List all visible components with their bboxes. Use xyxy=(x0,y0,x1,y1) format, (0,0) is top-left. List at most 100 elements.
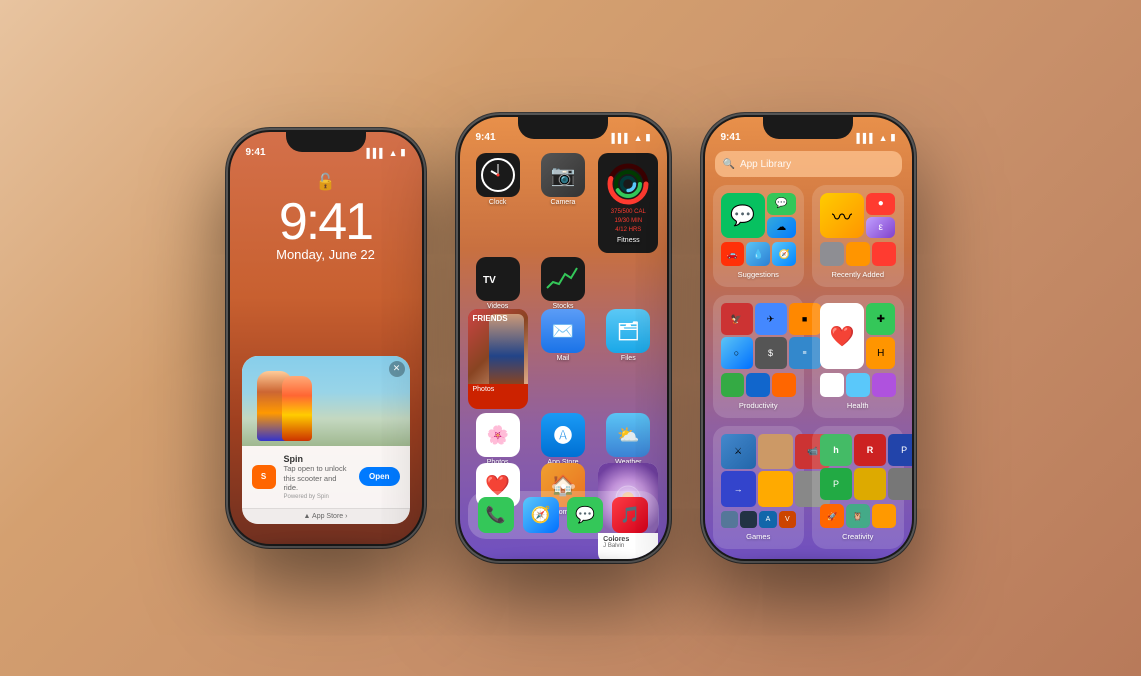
health-sm-1: ✚ xyxy=(866,303,895,335)
stocks-icon-img xyxy=(541,257,585,301)
notification-close-icon[interactable]: ✕ xyxy=(389,361,405,377)
wechat-app-icon: 💬 xyxy=(721,193,765,238)
folder-creativity[interactable]: h R P P 🚀 🦉 Creativity xyxy=(812,426,904,549)
music-artist: J Balvin xyxy=(603,543,653,549)
suggestions-layout: 💬 💬 ☁ xyxy=(721,193,797,238)
app-photos[interactable]: 🌸 Photos xyxy=(468,413,528,466)
person-2 xyxy=(282,376,312,441)
app-mail[interactable]: ✉️ Mail xyxy=(533,309,593,409)
appstore-link[interactable]: ▲ App Store › xyxy=(242,508,410,524)
photos-widget[interactable]: FRIENDS Photos xyxy=(468,309,528,409)
health-sm-2: H xyxy=(866,337,895,369)
cre-b-1: 🚀 xyxy=(820,504,844,528)
folder-health[interactable]: ❤️ ✚ H Health xyxy=(812,295,904,418)
dock-phone[interactable]: 📞 xyxy=(478,497,514,533)
weather-icon: ⛅ xyxy=(617,425,639,446)
lock-icon: 🔓 xyxy=(230,172,422,192)
app-row-4: 🌸 Photos 🅐 App Store ⛅ We xyxy=(468,413,659,466)
cre-icon-4: P xyxy=(820,468,852,500)
prod-b-2 xyxy=(746,373,770,397)
signal-icon-right: ▌▌▌ xyxy=(856,133,875,143)
app-appletv[interactable]: TV Videos xyxy=(468,257,528,310)
files-icon: 🗂 xyxy=(617,321,640,342)
signal-icon-center: ▌▌▌ xyxy=(611,133,630,143)
status-icons-right: ▌▌▌ ▲ ▮ xyxy=(856,132,895,143)
game-icon-2 xyxy=(758,434,793,469)
dock: 📞 🧭 💬 🎵 xyxy=(468,491,659,539)
camera-icon: 📷 xyxy=(551,163,576,188)
open-button[interactable]: Open xyxy=(359,467,399,486)
recent-small-col: ● ε xyxy=(866,193,895,238)
photos-icon: 🌸 xyxy=(486,425,508,446)
droplet-icon: 💧 xyxy=(746,242,770,266)
status-time-left: 9:41 xyxy=(246,147,266,158)
notch-center xyxy=(518,117,608,139)
folder-productivity[interactable]: 🦅 ✈ ■ ○ $ ≡ Productivity xyxy=(713,295,805,418)
battery-icon-center: ▮ xyxy=(646,132,651,143)
notification-widget[interactable]: ✕ S Spin Tap open to unlock this scooter… xyxy=(242,356,410,524)
game-b-4: V xyxy=(779,511,796,528)
game-icon-4: → xyxy=(721,471,756,506)
dock-messages[interactable]: 💬 xyxy=(567,497,603,533)
recent-b-3 xyxy=(872,242,896,266)
fitness-stats: 375/500 CAL 19/30 MIN 4/12 HRS xyxy=(611,208,646,235)
recent-layout: 〰 ● ε xyxy=(820,193,896,238)
battery-icon: ▮ xyxy=(401,147,406,158)
prod-icon-5: $ xyxy=(755,337,787,369)
weather-icon-img: ⛅ xyxy=(606,413,650,457)
mail-icon-img: ✉️ xyxy=(541,309,585,353)
signal-icon: ▌▌▌ xyxy=(366,148,385,158)
app-weather[interactable]: ⛅ Weather xyxy=(598,413,658,466)
svg-text:TV: TV xyxy=(483,275,496,285)
recent-bottom-row xyxy=(820,242,896,266)
dock-safari[interactable]: 🧭 xyxy=(523,497,559,533)
folder-recently-added[interactable]: 〰 ● ε Recently Added xyxy=(812,185,904,287)
status-icons-center: ▌▌▌ ▲ ▮ xyxy=(611,132,650,143)
photos-person xyxy=(489,314,524,384)
wifi-icon-right: ▲ xyxy=(879,133,888,143)
battery-icon-right: ▮ xyxy=(891,132,896,143)
health-b-3 xyxy=(872,373,896,397)
games-grid: ⚔ 📹 → xyxy=(721,434,797,507)
clock-center-dot xyxy=(496,174,499,177)
app-library-search[interactable]: 🔍 App Library xyxy=(715,151,902,177)
search-placeholder-text: App Library xyxy=(740,159,791,170)
app-appstore[interactable]: 🅐 App Store xyxy=(533,413,593,466)
health-small-col: ✚ H xyxy=(866,303,895,369)
appletv-logo: TV xyxy=(483,273,513,285)
app-stocks[interactable]: Stocks xyxy=(533,257,593,310)
game-b-1 xyxy=(721,511,738,528)
lock-screen: 9:41 ▌▌▌ ▲ ▮ 🔓 9:41 Monday, June 22 xyxy=(230,132,422,544)
cre-icon-5 xyxy=(854,468,886,500)
health-bottom xyxy=(820,373,896,397)
prod-b-3 xyxy=(772,373,796,397)
fitness-label: Fitness xyxy=(617,237,640,244)
folder-suggestions[interactable]: 💬 💬 ☁ 🚗 💧 🧭 Suggestions xyxy=(713,185,805,287)
cre-icon-6 xyxy=(888,468,911,500)
photos-widget-label: Photos xyxy=(468,384,528,395)
mail-icon: ✉️ xyxy=(552,321,574,342)
app-library-screen: 9:41 ▌▌▌ ▲ ▮ 🔍 App Library xyxy=(705,117,912,559)
health-b-1 xyxy=(820,373,844,397)
app-row-2: TV Videos Stocks xyxy=(468,257,659,310)
folder-games[interactable]: ⚔ 📹 → A V Games xyxy=(713,426,805,549)
notification-content: S Spin Tap open to unlock this scooter a… xyxy=(242,446,410,508)
recent-b-2 xyxy=(846,242,870,266)
friends-label: FRIENDS xyxy=(473,314,508,324)
app-files[interactable]: 🗂 Files xyxy=(598,309,658,409)
cre-icon-1: h xyxy=(820,434,852,466)
files-label: Files xyxy=(621,355,636,362)
status-time-right: 9:41 xyxy=(721,132,741,143)
clock-icon-img xyxy=(476,153,520,197)
notification-title: Spin xyxy=(284,454,352,464)
phone-left: 9:41 ▌▌▌ ▲ ▮ 🔓 9:41 Monday, June 22 xyxy=(226,128,426,548)
phone-right: 9:41 ▌▌▌ ▲ ▮ 🔍 App Library xyxy=(701,113,916,563)
notch xyxy=(286,132,366,152)
recently-added-label: Recently Added xyxy=(820,270,896,279)
dock-music[interactable]: 🎵 xyxy=(612,497,648,533)
app-clock[interactable]: Clock xyxy=(468,153,528,253)
prod-b-1 xyxy=(721,373,745,397)
fitness-widget[interactable]: 375/500 CAL 19/30 MIN 4/12 HRS Fitness xyxy=(598,153,658,253)
app-camera[interactable]: 📷 Camera xyxy=(533,153,593,253)
prod-icon-2: ✈ xyxy=(755,303,787,335)
